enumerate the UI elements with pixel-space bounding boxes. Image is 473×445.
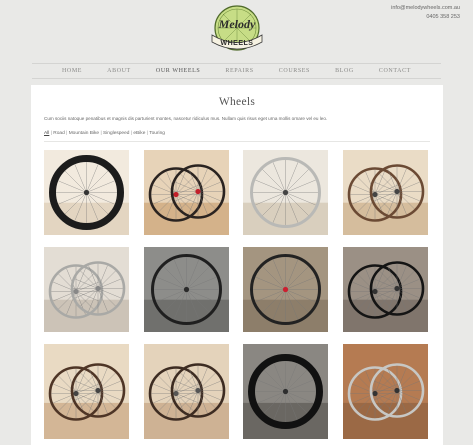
wheel-photo-wall-silver[interactable] (343, 344, 428, 439)
wheel-photo-pair-copper[interactable] (343, 150, 428, 235)
wheel-photo-red-hub[interactable] (144, 150, 229, 235)
header-contact: info@melodywheels.com.au 0405 358 253 (391, 4, 460, 22)
contact-email[interactable]: info@melodywheels.com.au (391, 4, 460, 13)
nav-blog[interactable]: BLOG (335, 68, 354, 74)
content-panel: Wheels Cum sociis natoque penatibus et m… (31, 85, 443, 445)
filter-road[interactable]: Road (53, 131, 64, 136)
contact-phone[interactable]: 0405 358 253 (391, 13, 460, 22)
nav-repairs[interactable]: REPAIRS (225, 68, 253, 74)
wheel-photo-pair-silver[interactable] (44, 247, 129, 332)
filter-all[interactable]: All (44, 131, 49, 136)
wheel-photo-black-road[interactable] (44, 150, 129, 235)
wheel-photo-pair-bronze[interactable] (44, 344, 129, 439)
wheel-photo-mtb-brake[interactable] (144, 247, 229, 332)
logo-word-bottom: WHEELS (221, 40, 254, 47)
wheel-photo-pair-brown[interactable] (144, 344, 229, 439)
nav-home[interactable]: HOME (62, 68, 82, 74)
category-filters: All | Road | Mountain Bike | Singlespeed… (44, 131, 165, 136)
logo-word-top: Melody (218, 17, 256, 31)
wheel-photo-pair-dark[interactable] (343, 247, 428, 332)
filter-mountain-bike[interactable]: Mountain Bike (69, 131, 99, 136)
main-navigation: HOME ABOUT OUR WHEELS REPAIRS COURSES BL… (32, 63, 441, 79)
intro-text: Cum sociis natoque penatibus et magnis d… (44, 116, 328, 121)
filter-divider (44, 141, 430, 142)
nav-courses[interactable]: COURSES (279, 68, 310, 74)
nav-contact[interactable]: CONTACT (379, 68, 411, 74)
wheel-photo-deep-carbon[interactable] (243, 344, 328, 439)
nav-our-wheels[interactable]: OUR WHEELS (156, 68, 200, 74)
wheel-photo-red-hub-fence[interactable] (243, 247, 328, 332)
filter-singlespeed[interactable]: Singlespeed (103, 131, 129, 136)
wheel-photo-silver-rim[interactable] (243, 150, 328, 235)
filter-ebike[interactable]: eBike (133, 131, 145, 136)
nav-about[interactable]: ABOUT (107, 68, 131, 74)
page-title: Wheels (218, 96, 256, 108)
melody-wheels-logo[interactable]: Melody WHEELS (208, 4, 266, 54)
filter-touring[interactable]: Touring (149, 131, 165, 136)
